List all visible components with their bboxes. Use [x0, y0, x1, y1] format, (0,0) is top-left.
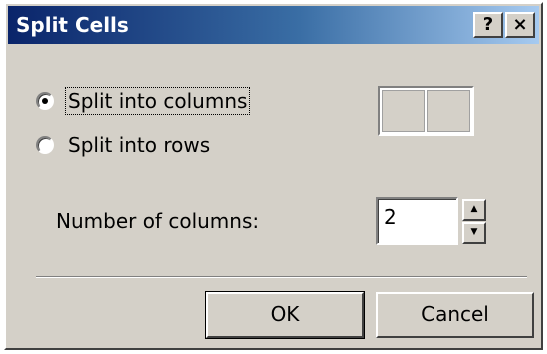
split-preview	[378, 86, 474, 136]
split-into-columns-option[interactable]: Split into columns	[36, 86, 251, 116]
number-of-columns-input[interactable]: 2	[376, 197, 458, 245]
spin-down-button[interactable]: ▼	[462, 222, 486, 244]
rows-radio[interactable]	[36, 136, 54, 154]
dialog-title: Split Cells	[16, 13, 129, 37]
close-button[interactable]: ×	[505, 12, 535, 38]
title-bar: Split Cells ? ×	[8, 6, 539, 44]
number-of-columns-label: Number of columns:	[56, 209, 260, 233]
preview-cell	[427, 90, 470, 132]
cancel-button[interactable]: Cancel	[376, 292, 534, 338]
columns-radio[interactable]	[36, 92, 54, 110]
preview-cell	[382, 90, 425, 132]
ok-button[interactable]: OK	[205, 291, 365, 339]
help-button[interactable]: ?	[473, 12, 503, 38]
split-cells-dialog: Split Cells ? × Split into columns Split…	[4, 2, 543, 350]
spin-up-button[interactable]: ▲	[462, 199, 486, 221]
columns-radio-label[interactable]: Split into columns	[64, 87, 251, 115]
rows-radio-label[interactable]: Split into rows	[66, 132, 212, 158]
separator	[36, 276, 527, 278]
radio-selected-dot	[42, 98, 48, 104]
split-into-rows-option[interactable]: Split into rows	[36, 130, 212, 160]
